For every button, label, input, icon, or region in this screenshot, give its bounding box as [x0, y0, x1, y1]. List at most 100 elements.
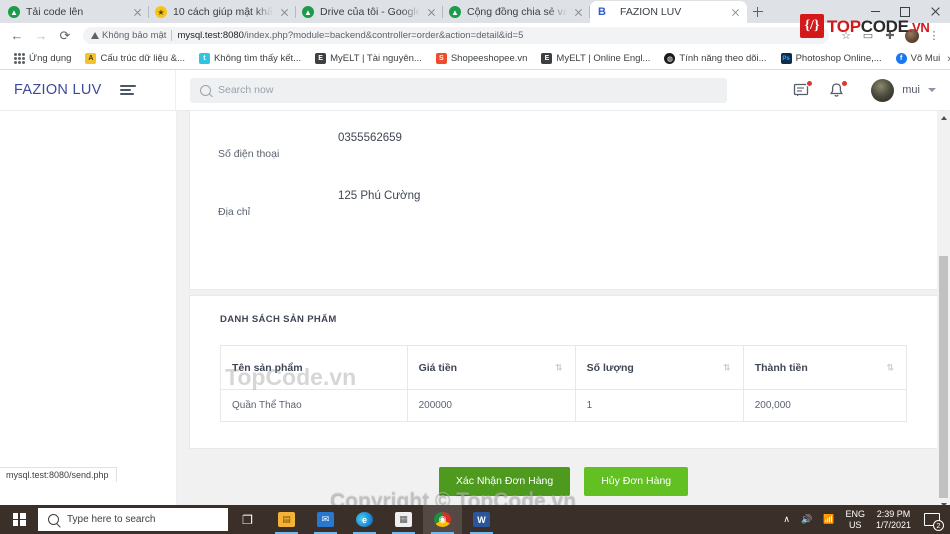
globe-icon: ◍: [664, 53, 676, 64]
confirm-order-button[interactable]: Xác Nhận Đơn Hàng: [438, 467, 571, 496]
search-icon: [48, 514, 59, 525]
star-icon: ★: [155, 6, 167, 18]
clock[interactable]: 2:39 PM 1/7/2021: [876, 509, 911, 531]
url-path: /index.php?module=backend&controller=ord…: [243, 30, 524, 41]
logo-code: CODE: [860, 16, 909, 36]
facebook-icon: f: [895, 53, 907, 64]
column-header-total[interactable]: Thành tiền ⇅: [742, 345, 908, 390]
close-tab-icon[interactable]: [573, 7, 584, 18]
clock-date: 1/7/2021: [875, 519, 911, 530]
tab-title: Drive của tôi - Google Drive: [320, 6, 420, 18]
sort-icon[interactable]: ⇅: [886, 363, 894, 372]
field-label: Địa chỉ: [218, 206, 251, 218]
doc-icon: A: [85, 53, 97, 64]
bookmark-label: Tính năng theo dõi...: [679, 52, 767, 64]
windows-taskbar: Type here to search ❐ ▤ ✉ e ▦ ◉ W ∧ 🔊 📶 …: [0, 505, 950, 534]
bookmark-label: Cấu trúc dữ liệu &...: [100, 52, 185, 64]
bookmark-item[interactable]: S Shopeeshopee.vn: [429, 50, 535, 68]
app-brand[interactable]: FAZION LUV: [14, 82, 102, 98]
bookmark-item[interactable]: ◍ Tính năng theo dõi...: [657, 50, 773, 68]
microsoft-store-icon: ▦: [395, 512, 412, 527]
field-row: Số điện thoại 0355562659: [218, 126, 909, 184]
field-value: 125 Phú Cường: [338, 190, 421, 202]
search-input[interactable]: Search now: [190, 77, 727, 103]
browser-tab-active[interactable]: B FAZION LUV: [590, 1, 747, 23]
back-icon[interactable]: ←: [6, 25, 28, 47]
product-list-card: DANH SÁCH SẢN PHẨM Tên sản phẩm Giá tiền: [189, 295, 938, 449]
field-row: Địa chỉ 125 Phú Cường: [218, 184, 909, 242]
task-view-button[interactable]: ❐: [228, 505, 267, 534]
taskbar-items: ❐ ▤ ✉ e ▦ ◉ W: [228, 505, 501, 534]
mail-button[interactable]: ✉: [306, 505, 345, 534]
browser-tab[interactable]: ★ 10 cách giúp mật khẩu của bạ: [149, 1, 296, 23]
column-header-price[interactable]: Giá tiền ⇅: [406, 345, 576, 390]
language-indicator[interactable]: ENG US: [845, 509, 865, 531]
bookmark-label: Ứng dụng: [29, 52, 72, 64]
address-bar[interactable]: Không bảo mật mysql.test:8080/index.php?…: [83, 27, 829, 44]
store-button[interactable]: ▦: [384, 505, 423, 534]
close-tab-icon[interactable]: [132, 7, 143, 18]
bookmark-apps[interactable]: Ứng dụng: [7, 50, 78, 68]
hamburger-icon[interactable]: [119, 84, 136, 96]
bookmark-item[interactable]: Ps Photoshop Online,...: [774, 50, 889, 68]
user-menu[interactable]: mui: [871, 78, 936, 102]
task-view-icon: ❐: [242, 512, 253, 527]
scrollbar-thumb[interactable]: [939, 256, 948, 498]
photoshop-icon: Ps: [780, 53, 792, 64]
page-body: Số điện thoại 0355562659 Địa chỉ 125 Phú…: [0, 111, 950, 511]
divider: [171, 30, 173, 41]
tab-title: 10 cách giúp mật khẩu của bạ: [173, 6, 273, 18]
edge-button[interactable]: e: [345, 505, 384, 534]
close-tab-icon[interactable]: [279, 7, 290, 18]
sort-icon[interactable]: ⇅: [723, 363, 731, 372]
start-button[interactable]: [0, 505, 38, 534]
logo-mark-icon: {/}: [800, 14, 824, 38]
bookmark-item[interactable]: f Võ Mui: [889, 50, 948, 68]
taskbar-search-placeholder: Type here to search: [67, 514, 156, 525]
search-icon: [200, 84, 211, 96]
tab-title: Tải code lên: [26, 6, 84, 18]
action-center-button[interactable]: 2: [922, 512, 944, 531]
message-icon[interactable]: [793, 79, 814, 99]
reload-icon[interactable]: ⟳: [54, 25, 76, 47]
windows-logo-icon: [12, 513, 26, 526]
bookmark-item[interactable]: t Không tìm thấy kết...: [192, 50, 308, 68]
show-hidden-icons[interactable]: ∧: [783, 514, 790, 525]
browser-tab[interactable]: ▲ Drive của tôi - Google Drive: [296, 1, 443, 23]
column-header-quantity[interactable]: Số lượng ⇅: [574, 345, 744, 390]
page-scrollbar[interactable]: [937, 111, 950, 511]
column-header-product-name[interactable]: Tên sản phẩm: [220, 345, 408, 390]
bookmark-label: Photoshop Online,...: [795, 52, 882, 64]
taskbar-search-input[interactable]: Type here to search: [38, 508, 228, 531]
column-label: Số lượng: [586, 361, 634, 374]
bookmark-item[interactable]: E MyELT | Tài nguyên...: [308, 50, 429, 68]
message-badge: [806, 79, 814, 87]
word-icon: W: [473, 512, 490, 527]
file-explorer-button[interactable]: ▤: [267, 505, 306, 534]
bell-icon[interactable]: [828, 79, 849, 99]
browser-tab[interactable]: ▲ Tải code lên: [2, 1, 149, 23]
url-host: mysql.test:8080: [177, 30, 244, 41]
main-content: Số điện thoại 0355562659 Địa chỉ 125 Phú…: [177, 111, 950, 511]
volume-icon[interactable]: 🔊: [801, 514, 812, 525]
word-button[interactable]: W: [462, 505, 501, 534]
sort-icon[interactable]: ⇅: [555, 363, 563, 372]
close-tab-icon[interactable]: [426, 7, 437, 18]
cancel-order-button[interactable]: Hủy Đơn Hàng: [584, 467, 689, 496]
bookmark-label: MyELT | Online Engl...: [556, 52, 651, 64]
bookmark-item[interactable]: E MyELT | Online Engl...: [534, 50, 657, 68]
chrome-button[interactable]: ◉: [423, 505, 462, 534]
drive-icon: ▲: [8, 6, 20, 18]
forward-icon[interactable]: →: [30, 25, 52, 47]
bookmark-label: Võ Mui: [910, 52, 941, 64]
cell-total: 200,000: [742, 389, 908, 422]
close-tab-icon[interactable]: [730, 7, 741, 18]
browser-tab[interactable]: ▲ Cộng đồng chia sẻ và downloa: [443, 1, 590, 23]
warning-triangle-icon: [91, 32, 99, 39]
scroll-up-arrow[interactable]: [937, 111, 950, 124]
bookmark-item[interactable]: A Cấu trúc dữ liệu &...: [78, 50, 192, 68]
chrome-icon: ◉: [434, 512, 451, 527]
wifi-icon[interactable]: 📶: [823, 514, 834, 525]
new-tab-button[interactable]: [747, 1, 769, 23]
bookmark-label: Không tìm thấy kết...: [213, 52, 302, 64]
